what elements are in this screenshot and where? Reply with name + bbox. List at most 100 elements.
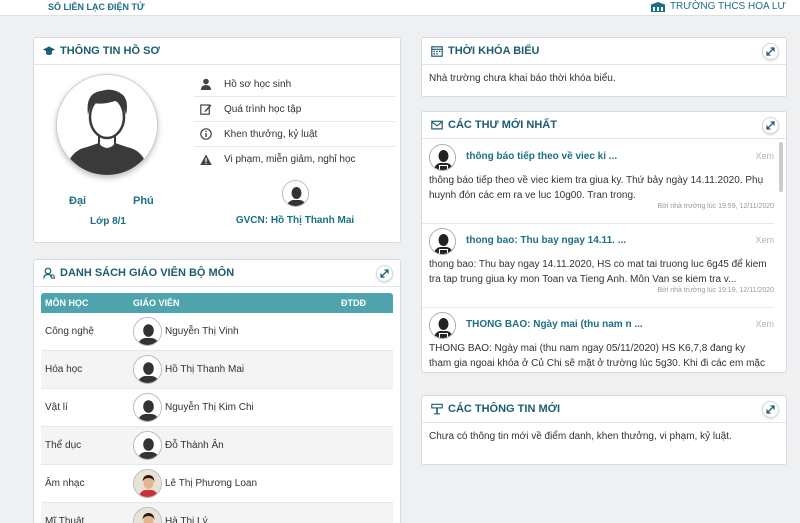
subject-name: Vật lí: [45, 402, 68, 413]
teacher-name[interactable]: Đỗ Thành Ân: [165, 440, 224, 451]
subject-name: Hóa học: [45, 364, 83, 375]
envelope-icon: [431, 119, 443, 131]
teacher-icon: [43, 267, 55, 279]
message-meta: Bởi nhà trường lúc 19:19, 12/11/2020: [657, 287, 774, 294]
table-row[interactable]: Mĩ Thuật Hà Thị Lý: [41, 503, 393, 523]
menu-study-history[interactable]: Quá trình học tập: [194, 97, 396, 122]
message-body: THONG BAO: Ngày mai (thu nam ngay 05/11/…: [429, 343, 765, 369]
warning-icon: [200, 154, 212, 166]
teacher-avatar: [133, 393, 162, 422]
homeroom-teacher-avatar: [282, 180, 309, 207]
timetable-expand-button[interactable]: [762, 43, 779, 60]
news-panel-header: CÁC THÔNG TIN MỚI: [422, 396, 786, 423]
calendar-icon: [431, 45, 443, 57]
news-panel-title: CÁC THÔNG TIN MỚI: [448, 403, 561, 415]
school-link[interactable]: TRƯỜNG THCS HOA LƯ: [649, 1, 786, 12]
message-title[interactable]: THONG BAO: Ngày mai (thu nam n ...: [466, 319, 643, 330]
view-message-link[interactable]: Xem: [755, 235, 774, 245]
teachers-panel: DANH SÁCH GIÁO VIÊN BỘ MÔN MÔN HỌC GIÁO …: [33, 259, 401, 523]
messages-expand-button[interactable]: [762, 117, 779, 134]
sender-avatar: [429, 144, 456, 171]
subject-name: Thể dục: [45, 440, 82, 451]
timetable-panel-header: THỜI KHÓA BIỂU: [422, 38, 786, 65]
messages-panel-title: CÁC THƯ MỚI NHẤT: [448, 119, 557, 131]
teacher-avatar: [133, 507, 162, 523]
table-row[interactable]: Công nghệ Nguyễn Thị Vinh: [41, 313, 393, 351]
school-icon: [649, 1, 666, 12]
teacher-avatar: [133, 317, 162, 346]
col-phone: ĐTDĐ: [341, 298, 366, 308]
expand-icon: [766, 405, 775, 414]
expand-icon: [766, 121, 775, 130]
teachers-table: MÔN HỌC GIÁO VIÊN ĐTDĐ Công nghệ Nguyễn T…: [41, 293, 393, 523]
top-bar: SỔ LIÊN LẠC ĐIỆN TỬ TRƯỜNG THCS HOA LƯ: [0, 0, 800, 16]
sender-avatar: [429, 228, 456, 255]
message-item[interactable]: THONG BAO: Ngày mai (thu nam n ... Xem THO…: [422, 308, 774, 372]
user-icon: [200, 78, 212, 90]
expand-icon: [766, 47, 775, 56]
news-empty-text: Chưa có thông tin mới về điểm danh, khen…: [429, 431, 732, 442]
student-first-name: Đại: [69, 195, 87, 207]
teachers-expand-button[interactable]: [376, 265, 393, 282]
message-meta: Bởi nhà trường lúc 19:59, 12/11/2020: [657, 203, 774, 210]
teacher-avatar: [133, 469, 162, 498]
teacher-name[interactable]: Nguyễn Thị Vinh: [165, 326, 239, 337]
message-body: thông báo tiếp theo về viec kiem tra giu…: [429, 175, 764, 201]
brand-title[interactable]: SỔ LIÊN LẠC ĐIỆN TỬ: [48, 2, 144, 12]
menu-label: Vi phạm, miễn giảm, nghỉ học: [224, 154, 356, 165]
table-row[interactable]: Âm nhạc Lê Thị Phương Loan: [41, 465, 393, 503]
teacher-name[interactable]: Lê Thị Phương Loan: [165, 478, 257, 489]
edit-icon: [200, 103, 212, 115]
student-last-name: Phú: [133, 195, 154, 207]
profile-panel-title: THÔNG TIN HỒ SƠ: [60, 45, 160, 57]
table-row[interactable]: Hóa học Hồ Thị Thanh Mai: [41, 351, 393, 389]
menu-rewards-discipline[interactable]: Khen thưởng, kỷ luật: [194, 122, 396, 147]
menu-label: Quá trình học tập: [224, 103, 302, 115]
homeroom-teacher-name[interactable]: GVCN: Hồ Thị Thanh Mai: [194, 215, 396, 226]
menu-label: Hồ sơ học sinh: [224, 78, 292, 90]
table-row[interactable]: Vật lí Nguyễn Thị Kim Chi: [41, 389, 393, 427]
view-message-link[interactable]: Xem: [755, 319, 774, 329]
teacher-name[interactable]: Hà Thị Lý: [165, 516, 208, 523]
info-icon: [200, 128, 212, 140]
teacher-name[interactable]: Nguyễn Thị Kim Chi: [165, 402, 254, 413]
graduation-cap-icon: [43, 45, 55, 57]
subject-name: Mĩ Thuật: [45, 516, 85, 523]
timetable-empty-text: Nhà trường chưa khai báo thời khóa biểu.: [429, 73, 616, 84]
expand-icon: [380, 269, 389, 278]
timetable-panel: THỜI KHÓA BIỂU Nhà trường chưa khai báo …: [421, 37, 787, 97]
message-title[interactable]: thông báo tiếp theo về viec ki ...: [466, 151, 617, 162]
subject-name: Công nghệ: [45, 326, 94, 337]
news-expand-button[interactable]: [762, 401, 779, 418]
student-class: Lớp 8/1: [89, 216, 126, 227]
table-row[interactable]: Thể dục Đỗ Thành Ân: [41, 427, 393, 465]
message-body: thong bao: Thu bay ngay 14.11.2020, HS c…: [429, 259, 767, 285]
timetable-panel-title: THỜI KHÓA BIỂU: [448, 45, 540, 57]
megaphone-icon: [431, 403, 443, 415]
messages-panel-header: CÁC THƯ MỚI NHẤT: [422, 112, 786, 139]
view-message-link[interactable]: Xem: [755, 151, 774, 161]
col-teacher: GIÁO VIÊN: [133, 298, 180, 308]
message-title[interactable]: thong bao: Thu bay ngay 14.11. ...: [466, 235, 626, 246]
teacher-name[interactable]: Hồ Thị Thanh Mai: [165, 364, 244, 375]
profile-menu: Hồ sơ học sinh Quá trình học tập Khen th…: [194, 72, 396, 172]
menu-student-record[interactable]: Hồ sơ học sinh: [194, 72, 396, 97]
col-subject: MÔN HỌC: [45, 298, 89, 308]
news-panel: CÁC THÔNG TIN MỚI Chưa có thông tin mới …: [421, 395, 787, 465]
menu-label: Khen thưởng, kỷ luật: [224, 128, 318, 140]
subject-name: Âm nhạc: [45, 478, 85, 489]
messages-list[interactable]: thông báo tiếp theo về viec ki ... Xem thô…: [422, 140, 774, 372]
teacher-avatar: [133, 431, 162, 460]
teachers-panel-header: DANH SÁCH GIÁO VIÊN BỘ MÔN: [34, 260, 400, 287]
profile-panel-header: THÔNG TIN HỒ SƠ: [34, 38, 400, 65]
teachers-table-header: MÔN HỌC GIÁO VIÊN ĐTDĐ: [41, 293, 393, 313]
sender-avatar: [429, 312, 456, 339]
messages-panel: CÁC THƯ MỚI NHẤT thông báo tiếp theo về …: [421, 111, 787, 373]
menu-violations-absences[interactable]: Vi phạm, miễn giảm, nghỉ học: [194, 147, 396, 172]
student-avatar: [56, 74, 158, 176]
message-item[interactable]: thong bao: Thu bay ngay 14.11. ... Xem tho…: [422, 224, 774, 308]
messages-scrollbar[interactable]: [779, 142, 783, 192]
profile-panel: THÔNG TIN HỒ SƠ Đại Phú Lớp 8/1 Hồ sơ họ…: [33, 37, 401, 243]
school-name: TRƯỜNG THCS HOA LƯ: [669, 1, 786, 12]
message-item[interactable]: thông báo tiếp theo về viec ki ... Xem thô…: [422, 140, 774, 224]
